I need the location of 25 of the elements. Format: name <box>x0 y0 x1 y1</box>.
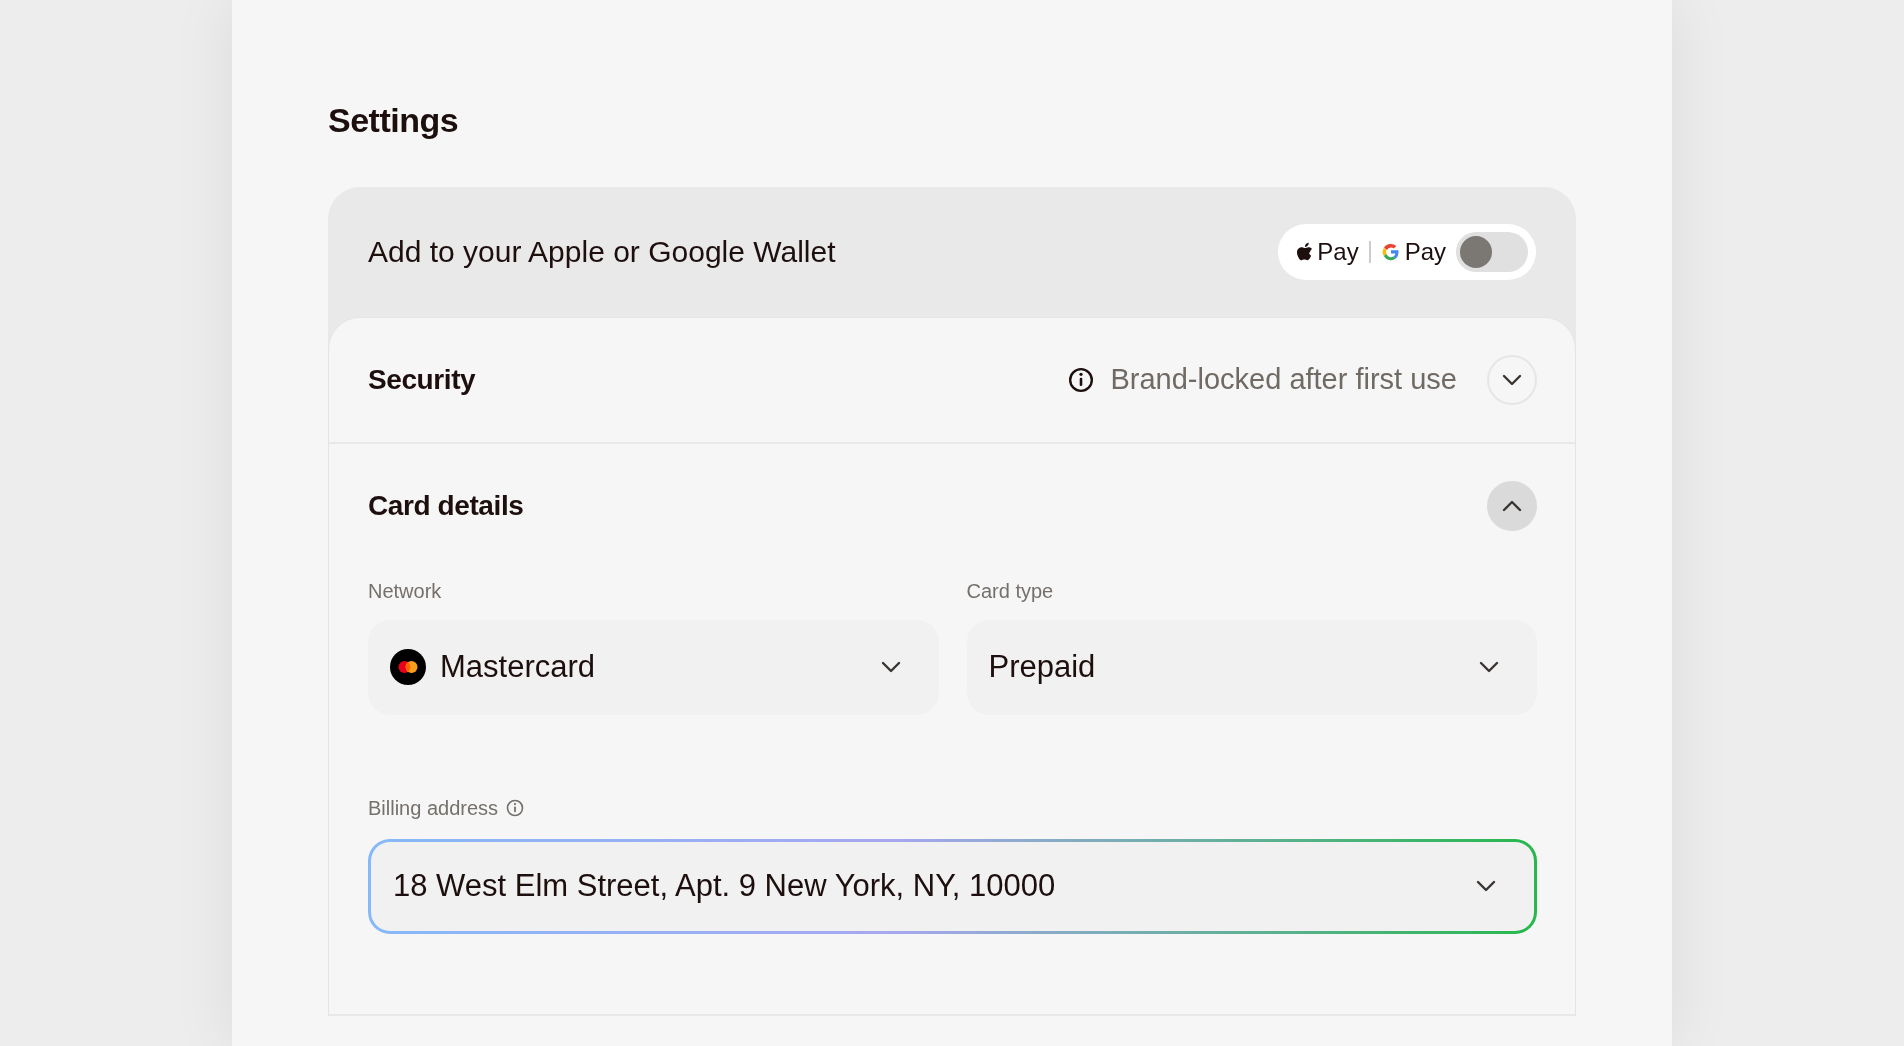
section-title: Security <box>368 362 476 397</box>
google-g-icon <box>1380 241 1401 262</box>
field-label: Billing address <box>368 795 499 821</box>
page-title: Settings <box>328 100 460 141</box>
wallet-label: Add to your Apple or Google Wallet <box>368 234 836 271</box>
expand-button[interactable] <box>1487 354 1537 405</box>
dropdown-field[interactable]: Prepaid <box>966 619 1537 715</box>
field-label: Network <box>368 578 443 604</box>
chevron-icon <box>1476 880 1496 893</box>
field-label: Card type <box>966 578 1055 604</box>
toggle-switch[interactable] <box>1456 231 1528 272</box>
section-note: Brand-locked after first use <box>1110 362 1457 398</box>
chevron-icon <box>880 661 901 674</box>
mastercard-logo-icon <box>390 649 426 686</box>
collapse-button[interactable] <box>1487 480 1537 531</box>
chevron-icon <box>1502 373 1522 386</box>
section-title: Card details <box>368 488 524 523</box>
chevron-icon <box>1479 661 1499 674</box>
info-icon <box>506 798 525 817</box>
info-icon <box>1068 366 1095 393</box>
apple-pay-label: Pay <box>1317 236 1359 267</box>
dropdown-field[interactable]: Mastercard <box>368 619 939 715</box>
chevron-icon <box>1502 499 1522 512</box>
google-pay-label: Pay <box>1404 236 1446 267</box>
apple-icon <box>1296 241 1314 262</box>
